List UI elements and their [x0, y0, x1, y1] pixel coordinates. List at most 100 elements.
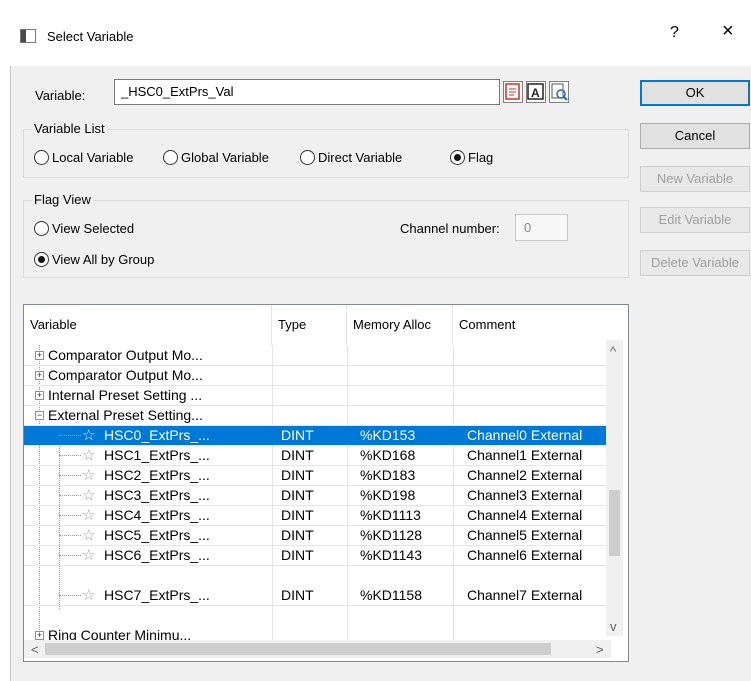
- star-icon: ☆: [82, 447, 96, 464]
- table-row[interactable]: ☆ HSC4_ExtPrs_... DINT %KD1113 Channel4 …: [24, 506, 610, 525]
- variable-input[interactable]: _HSC0_ExtPrs_Val: [114, 79, 500, 105]
- close-button[interactable]: ×: [722, 20, 734, 43]
- expand-icon[interactable]: +: [35, 351, 44, 360]
- cancel-button[interactable]: Cancel: [640, 123, 750, 149]
- row-divider: [24, 605, 610, 606]
- table-row[interactable]: ☆ HSC0_ExtPrs_... DINT %KD153 Channel0 E…: [24, 426, 610, 445]
- variable-memory: %KD198: [360, 487, 416, 503]
- tree-group-row[interactable]: − External Preset Setting...: [24, 406, 610, 425]
- variable-name: HSC0_ExtPrs_...: [104, 427, 210, 443]
- variable-comment: Channel2 External: [467, 467, 583, 483]
- variable-name: HSC4_ExtPrs_...: [104, 507, 210, 523]
- vertical-scroll-thumb[interactable]: [609, 490, 620, 556]
- variable-name: HSC5_ExtPrs_...: [104, 527, 210, 543]
- table-row[interactable]: ☆ HSC7_ExtPrs_... DINT %KD1158 Channel7 …: [24, 586, 610, 605]
- variable-type: DINT: [281, 447, 314, 463]
- tree-group-row[interactable]: + Internal Preset Setting ...: [24, 386, 610, 405]
- star-icon: ☆: [82, 507, 96, 524]
- variable-memory: %KD1113: [360, 507, 421, 523]
- variable-list-icon[interactable]: [503, 81, 523, 103]
- variable-text-icon[interactable]: A: [526, 81, 546, 103]
- tree-connector: [59, 595, 81, 596]
- new-variable-button[interactable]: New Variable: [640, 166, 750, 192]
- radio-direct-variable-label[interactable]: Direct Variable: [318, 150, 402, 165]
- radio-view-all-by-group[interactable]: [34, 252, 49, 267]
- radio-view-all-by-group-label[interactable]: View All by Group: [52, 252, 154, 267]
- table-row[interactable]: ☆ HSC5_ExtPrs_... DINT %KD1128 Channel5 …: [24, 526, 610, 545]
- vertical-scrollbar[interactable]: [606, 340, 623, 636]
- variable-search-icon[interactable]: [549, 81, 569, 103]
- radio-direct-variable[interactable]: [300, 150, 315, 165]
- radio-local-variable-label[interactable]: Local Variable: [52, 150, 133, 165]
- channel-number-label: Channel number:: [400, 221, 500, 236]
- group-label: Comparator Output Mo...: [48, 367, 203, 383]
- group-label: Comparator Output Mo...: [48, 347, 203, 363]
- scroll-up-icon[interactable]: ^: [610, 344, 616, 359]
- table-row[interactable]: ☆ HSC1_ExtPrs_... DINT %KD168 Channel1 E…: [24, 446, 610, 465]
- expand-icon[interactable]: +: [35, 371, 44, 380]
- radio-flag-label[interactable]: Flag: [468, 150, 493, 165]
- variable-type: DINT: [281, 507, 314, 523]
- variable-type: DINT: [281, 587, 314, 603]
- tree-connector: [59, 435, 81, 436]
- variable-memory: %KD183: [360, 467, 416, 483]
- variable-type: DINT: [281, 427, 314, 443]
- window-title: Select Variable: [47, 29, 134, 44]
- column-header-variable[interactable]: Variable: [24, 305, 272, 345]
- star-icon: ☆: [82, 487, 96, 504]
- channel-number-input[interactable]: 0: [515, 214, 568, 241]
- variable-label: Variable:: [35, 88, 86, 103]
- variable-name: HSC3_ExtPrs_...: [104, 487, 210, 503]
- radio-view-selected[interactable]: [34, 221, 49, 236]
- star-icon: ☆: [82, 527, 96, 544]
- scroll-down-icon[interactable]: v: [610, 619, 617, 634]
- window-icon: [20, 29, 36, 43]
- group-label: External Preset Setting...: [48, 407, 203, 423]
- radio-flag[interactable]: [450, 150, 465, 165]
- variable-memory: %KD153: [360, 427, 416, 443]
- column-header-comment[interactable]: Comment: [453, 305, 628, 345]
- variable-type: DINT: [281, 487, 314, 503]
- edit-variable-button[interactable]: Edit Variable: [640, 207, 750, 233]
- row-divider: [24, 565, 610, 566]
- variable-comment: Channel4 External: [467, 507, 583, 523]
- tree-connector: [59, 535, 81, 536]
- radio-view-selected-label[interactable]: View Selected: [52, 221, 134, 236]
- column-header-memory-alloc[interactable]: Memory Alloc: [347, 305, 453, 345]
- expand-icon[interactable]: +: [35, 631, 44, 640]
- horizontal-scroll-thumb[interactable]: [45, 643, 551, 655]
- delete-variable-button[interactable]: Delete Variable: [640, 250, 750, 276]
- variable-comment: Channel5 External: [467, 527, 583, 543]
- variable-memory: %KD1128: [360, 527, 423, 543]
- variable-comment: Channel7 External: [467, 587, 583, 603]
- table-row[interactable]: ☆ HSC2_ExtPrs_... DINT %KD183 Channel2 E…: [24, 466, 610, 485]
- variable-memory: %KD1143: [360, 547, 423, 563]
- collapse-icon[interactable]: −: [35, 411, 44, 420]
- ok-button[interactable]: OK: [640, 80, 750, 106]
- variable-comment: Channel3 External: [467, 487, 583, 503]
- variable-comment: Channel6 External: [467, 547, 583, 563]
- radio-local-variable[interactable]: [34, 150, 49, 165]
- table-row[interactable]: ☆ HSC3_ExtPrs_... DINT %KD198 Channel3 E…: [24, 486, 610, 505]
- help-button[interactable]: ?: [670, 24, 679, 42]
- star-icon: ☆: [82, 587, 96, 604]
- radio-global-variable-label[interactable]: Global Variable: [181, 150, 269, 165]
- expand-icon[interactable]: +: [35, 391, 44, 400]
- column-header-type[interactable]: Type: [272, 305, 347, 345]
- tree-connector: [59, 475, 81, 476]
- variable-list-title: Variable List: [32, 121, 107, 136]
- variable-type: DINT: [281, 547, 314, 563]
- tree-group-row[interactable]: + Comparator Output Mo...: [24, 346, 610, 365]
- variable-comment: Channel0 External: [467, 427, 583, 443]
- svg-text:A: A: [531, 86, 540, 100]
- scroll-left-icon[interactable]: <: [31, 642, 39, 657]
- tree-connector: [59, 555, 81, 556]
- flag-view-title: Flag View: [32, 192, 93, 207]
- star-icon: ☆: [82, 547, 96, 564]
- table-row[interactable]: ☆ HSC6_ExtPrs_... DINT %KD1143 Channel6 …: [24, 546, 610, 565]
- scroll-right-icon[interactable]: >: [596, 642, 604, 657]
- variable-type: DINT: [281, 527, 314, 543]
- radio-global-variable[interactable]: [163, 150, 178, 165]
- tree-group-row[interactable]: + Comparator Output Mo...: [24, 366, 610, 385]
- variable-table[interactable]: Variable Type Memory Alloc Comment + Com…: [23, 304, 629, 662]
